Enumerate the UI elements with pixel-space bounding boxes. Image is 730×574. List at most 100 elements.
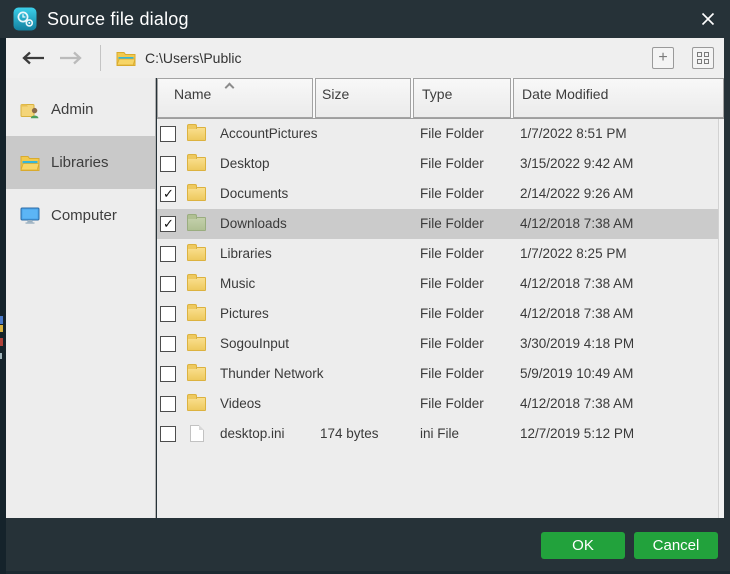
plus-icon: +: [658, 48, 668, 66]
file-date: 5/9/2019 10:49 AM: [520, 366, 634, 381]
sidebar-item-label: Computer: [51, 207, 117, 224]
row-checkbox[interactable]: [160, 246, 176, 262]
dialog-title: Source file dialog: [47, 8, 189, 29]
background-app-fragment: [0, 325, 3, 332]
folder-icon: [187, 214, 206, 231]
navigation-bar: C:\Users\Public +: [6, 38, 724, 78]
file-date: 1/7/2022 8:25 PM: [520, 246, 627, 261]
folder-icon: [187, 184, 206, 201]
file-date: 4/12/2018 7:38 AM: [520, 306, 634, 321]
table-row[interactable]: Pictures File Folder 4/12/2018 7:38 AM: [157, 299, 724, 329]
background-app-fragment: [0, 316, 3, 324]
file-name: AccountPictures: [220, 126, 318, 141]
add-path-button[interactable]: +: [652, 47, 674, 69]
column-label: Name: [174, 86, 212, 102]
background-app-fragment: [0, 353, 2, 359]
file-name: Desktop: [220, 156, 270, 171]
file-name: Videos: [220, 396, 262, 411]
back-button[interactable]: [18, 43, 48, 73]
table-row[interactable]: Documents File Folder 2/14/2022 9:26 AM: [157, 179, 724, 209]
forward-button[interactable]: [56, 43, 86, 73]
column-header-date-modified[interactable]: Date Modified: [513, 78, 724, 118]
file-type: File Folder: [420, 336, 484, 351]
file-date: 4/12/2018 7:38 AM: [520, 276, 634, 291]
sort-ascending-icon: [224, 82, 235, 93]
row-checkbox[interactable]: [160, 336, 176, 352]
table-row[interactable]: SogouInput File Folder 3/30/2019 4:18 PM: [157, 329, 724, 359]
folder-icon: [187, 244, 206, 261]
view-mode-button[interactable]: [692, 47, 714, 69]
file-date: 3/30/2019 4:18 PM: [520, 336, 635, 351]
background-app-fragment: [0, 338, 3, 346]
dialog-footer: OK Cancel: [6, 518, 730, 574]
ok-button[interactable]: OK: [541, 532, 625, 559]
row-checkbox[interactable]: [160, 396, 176, 412]
file-type: File Folder: [420, 186, 484, 201]
folder-icon: [187, 274, 206, 291]
file-rows: AccountPictures File Folder 1/7/2022 8:5…: [157, 119, 724, 449]
row-checkbox[interactable]: [160, 426, 176, 442]
vertical-scrollbar[interactable]: [718, 119, 724, 518]
file-name: desktop.ini: [220, 426, 285, 441]
column-header-name[interactable]: Name: [157, 78, 313, 118]
file-date: 3/15/2022 9:42 AM: [520, 156, 634, 171]
file-name: Pictures: [220, 306, 269, 321]
table-row[interactable]: AccountPictures File Folder 1/7/2022 8:5…: [157, 119, 724, 149]
table-row[interactable]: Videos File Folder 4/12/2018 7:38 AM: [157, 389, 724, 419]
file-type: File Folder: [420, 366, 484, 381]
column-label: Size: [322, 86, 350, 102]
forward-arrow-icon: [60, 51, 82, 65]
sidebar-item-label: Libraries: [51, 154, 109, 171]
folder-icon: [187, 154, 206, 171]
column-header-size[interactable]: Size: [315, 78, 411, 118]
sidebar-item-label: Admin: [51, 101, 94, 118]
row-checkbox[interactable]: [160, 186, 176, 202]
back-arrow-icon: [22, 51, 44, 65]
user-folder-icon: [20, 100, 42, 120]
row-checkbox[interactable]: [160, 156, 176, 172]
folder-icon: [187, 364, 206, 381]
close-button[interactable]: [694, 5, 722, 33]
file-date: 2/14/2022 9:26 AM: [520, 186, 634, 201]
row-checkbox[interactable]: [160, 366, 176, 382]
table-row[interactable]: Downloads File Folder 4/12/2018 7:38 AM: [157, 209, 724, 239]
computer-icon: [20, 206, 42, 226]
table-row[interactable]: Thunder Network File Folder 5/9/2019 10:…: [157, 359, 724, 389]
source-file-dialog: Source file dialog C:\Users\Public + Adm…: [0, 0, 730, 574]
row-checkbox[interactable]: [160, 216, 176, 232]
file-type: ini File: [420, 426, 460, 441]
file-name: Music: [220, 276, 256, 291]
file-type: File Folder: [420, 396, 484, 411]
sidebar-item-admin[interactable]: Admin: [6, 83, 155, 136]
file-date: 1/7/2022 8:51 PM: [520, 126, 627, 141]
file-list-panel: Name Size Type Date Modified AccountPict…: [157, 78, 724, 518]
sidebar-item-computer[interactable]: Computer: [6, 189, 155, 242]
title-bar: Source file dialog: [0, 0, 730, 38]
toolbar-separator: [100, 45, 101, 71]
column-label: Date Modified: [522, 86, 609, 102]
row-checkbox[interactable]: [160, 276, 176, 292]
libraries-folder-icon: [20, 153, 42, 173]
folder-icon: [187, 124, 206, 141]
places-sidebar: Admin Libraries Computer: [6, 78, 156, 518]
folder-icon: [187, 304, 206, 321]
app-clock-gear-icon: [13, 7, 37, 31]
row-checkbox[interactable]: [160, 126, 176, 142]
table-row[interactable]: Libraries File Folder 1/7/2022 8:25 PM: [157, 239, 724, 269]
sidebar-item-libraries[interactable]: Libraries: [6, 136, 155, 189]
cancel-button[interactable]: Cancel: [634, 532, 718, 559]
table-row[interactable]: Desktop File Folder 3/15/2022 9:42 AM: [157, 149, 724, 179]
file-icon: [190, 425, 204, 442]
file-name: Thunder Network: [220, 366, 324, 381]
table-row[interactable]: Music File Folder 4/12/2018 7:38 AM: [157, 269, 724, 299]
file-type: File Folder: [420, 216, 484, 231]
file-type: File Folder: [420, 276, 484, 291]
table-row[interactable]: desktop.ini 174 bytes ini File 12/7/2019…: [157, 419, 724, 449]
file-name: Downloads: [220, 216, 287, 231]
row-checkbox[interactable]: [160, 306, 176, 322]
address-path[interactable]: C:\Users\Public: [145, 50, 241, 66]
column-header-type[interactable]: Type: [413, 78, 511, 118]
file-date: 12/7/2019 5:12 PM: [520, 426, 635, 441]
file-name: Documents: [220, 186, 289, 201]
close-icon: [701, 12, 715, 26]
